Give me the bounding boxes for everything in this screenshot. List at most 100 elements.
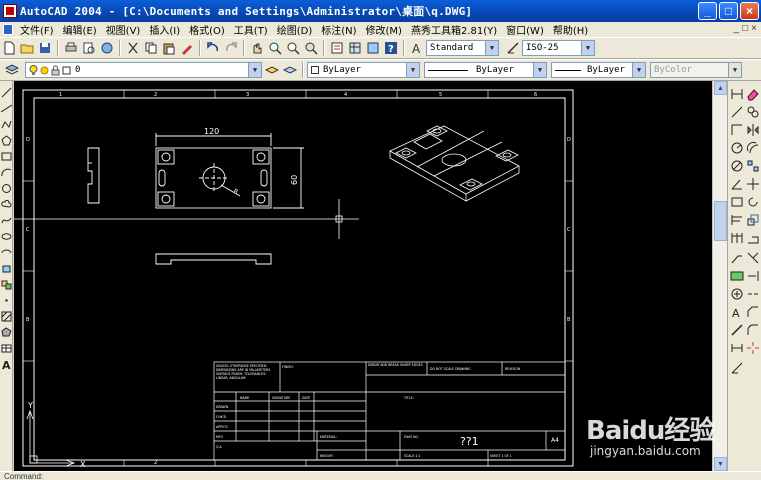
extend-icon[interactable] [746,269,760,283]
explode-icon[interactable] [746,341,760,355]
quick-dimension-icon[interactable] [730,195,744,209]
ordinate-dimension-icon[interactable] [730,123,744,137]
menu-window[interactable]: 窗口(W) [502,22,549,37]
stretch-icon[interactable] [746,231,760,245]
copy-icon[interactable] [143,40,159,56]
trim-icon[interactable] [746,251,760,265]
menu-format[interactable]: 格式(O) [185,22,230,37]
zoom-realtime-icon[interactable] [267,40,283,56]
diameter-dimension-icon[interactable] [730,159,744,173]
menu-draw[interactable]: 绘图(D) [273,22,318,37]
menu-yanxiu-toolbox[interactable]: 燕秀工具箱2.81(Y) [407,22,502,37]
make-block-icon[interactable] [1,279,12,290]
doc-minimize-button[interactable]: _ [734,23,740,34]
help-icon[interactable]: ? [383,40,399,56]
menu-view[interactable]: 视图(V) [102,22,146,37]
print-icon[interactable] [63,40,79,56]
multiline-text-icon[interactable]: A [1,359,12,370]
polygon-icon[interactable] [1,135,12,146]
mirror-icon[interactable] [746,123,760,137]
linear-dimension-icon[interactable] [730,87,744,101]
circle-icon[interactable] [1,183,12,194]
save-icon[interactable] [37,40,53,56]
publish-icon[interactable] [99,40,115,56]
chevron-down-icon[interactable]: ▼ [533,63,546,77]
autocad-app-icon[interactable] [3,4,17,18]
chevron-down-icon[interactable]: ▼ [581,41,594,55]
arc-icon[interactable] [1,167,12,178]
scale-icon[interactable] [746,213,760,227]
dim-style-combo[interactable]: ISO-25 ▼ [522,40,595,56]
angular-dimension-icon[interactable] [730,177,744,191]
menu-tools[interactable]: 工具(T) [230,22,273,37]
point-icon[interactable] [1,295,12,306]
menu-dimension[interactable]: 标注(N) [317,22,361,37]
spline-icon[interactable] [1,215,12,226]
dimension-update-icon[interactable] [730,341,744,355]
new-file-icon[interactable] [1,40,17,56]
chevron-down-icon[interactable]: ▼ [248,63,261,77]
chevron-down-icon[interactable]: ▼ [485,41,498,55]
document-icon[interactable] [3,24,13,35]
undo-icon[interactable] [205,40,221,56]
zoom-window-icon[interactable] [285,40,301,56]
menu-insert[interactable]: 插入(I) [145,22,185,37]
chevron-down-icon[interactable]: ▼ [632,63,645,77]
dimension-edit-icon[interactable]: A [730,305,744,319]
scroll-up-icon[interactable]: ▲ [714,81,727,95]
insert-block-icon[interactable] [1,263,12,274]
make-object-layer-current-icon[interactable] [264,62,280,78]
ellipse-icon[interactable] [1,231,12,242]
aligned-dimension-icon[interactable] [730,105,744,119]
chevron-down-icon[interactable]: ▼ [406,63,419,77]
center-mark-icon[interactable] [730,287,744,301]
layer-combo[interactable]: 0 ▼ [25,62,262,78]
tolerance-icon[interactable] [730,269,744,283]
menu-edit[interactable]: 编辑(E) [59,22,102,37]
doc-restore-button[interactable]: □ [742,23,748,34]
cut-icon[interactable] [125,40,141,56]
paste-icon[interactable] [161,40,177,56]
redo-icon[interactable] [223,40,239,56]
construction-line-icon[interactable] [1,103,12,114]
chamfer-icon[interactable] [746,305,760,319]
menu-file[interactable]: 文件(F) [16,22,59,37]
layer-manager-icon[interactable] [4,62,20,78]
continue-dimension-icon[interactable] [730,231,744,245]
linetype-combo[interactable]: ByLayer ▼ [424,62,547,78]
move-icon[interactable] [746,177,760,191]
break-icon[interactable] [746,287,760,301]
ellipse-arc-icon[interactable] [1,247,12,258]
dimension-text-edit-icon[interactable] [730,323,744,337]
zoom-previous-icon[interactable] [303,40,319,56]
erase-icon[interactable] [746,87,760,101]
text-style-combo[interactable]: Standard ▼ [426,40,499,56]
radius-dimension-icon[interactable] [730,141,744,155]
command-line[interactable]: Command: [0,471,761,480]
tool-palettes-icon[interactable] [365,40,381,56]
minimize-button[interactable]: _ [698,2,717,20]
rectangle-icon[interactable] [1,151,12,162]
text-style-icon[interactable]: A [409,40,425,56]
doc-close-button[interactable]: × [751,23,757,34]
revision-cloud-icon[interactable] [1,199,12,210]
color-combo[interactable]: ByLayer ▼ [307,62,420,78]
polyline-icon[interactable] [1,119,12,130]
match-properties-icon[interactable] [179,40,195,56]
print-preview-icon[interactable] [81,40,97,56]
hatch-icon[interactable] [1,311,12,322]
menu-modify[interactable]: 修改(M) [362,22,407,37]
array-icon[interactable] [746,159,760,173]
menu-help[interactable]: 帮助(H) [549,22,593,37]
design-center-icon[interactable] [347,40,363,56]
scroll-thumb[interactable] [714,201,727,241]
dimension-style-icon[interactable] [730,361,744,375]
open-folder-icon[interactable] [19,40,35,56]
table-icon[interactable] [1,343,12,354]
region-icon[interactable] [1,327,12,338]
line-icon[interactable] [1,87,12,98]
pan-realtime-icon[interactable] [249,40,265,56]
dim-style-icon[interactable] [505,40,521,56]
lineweight-combo[interactable]: ByLayer ▼ [551,62,646,78]
close-button[interactable]: × [740,2,759,20]
